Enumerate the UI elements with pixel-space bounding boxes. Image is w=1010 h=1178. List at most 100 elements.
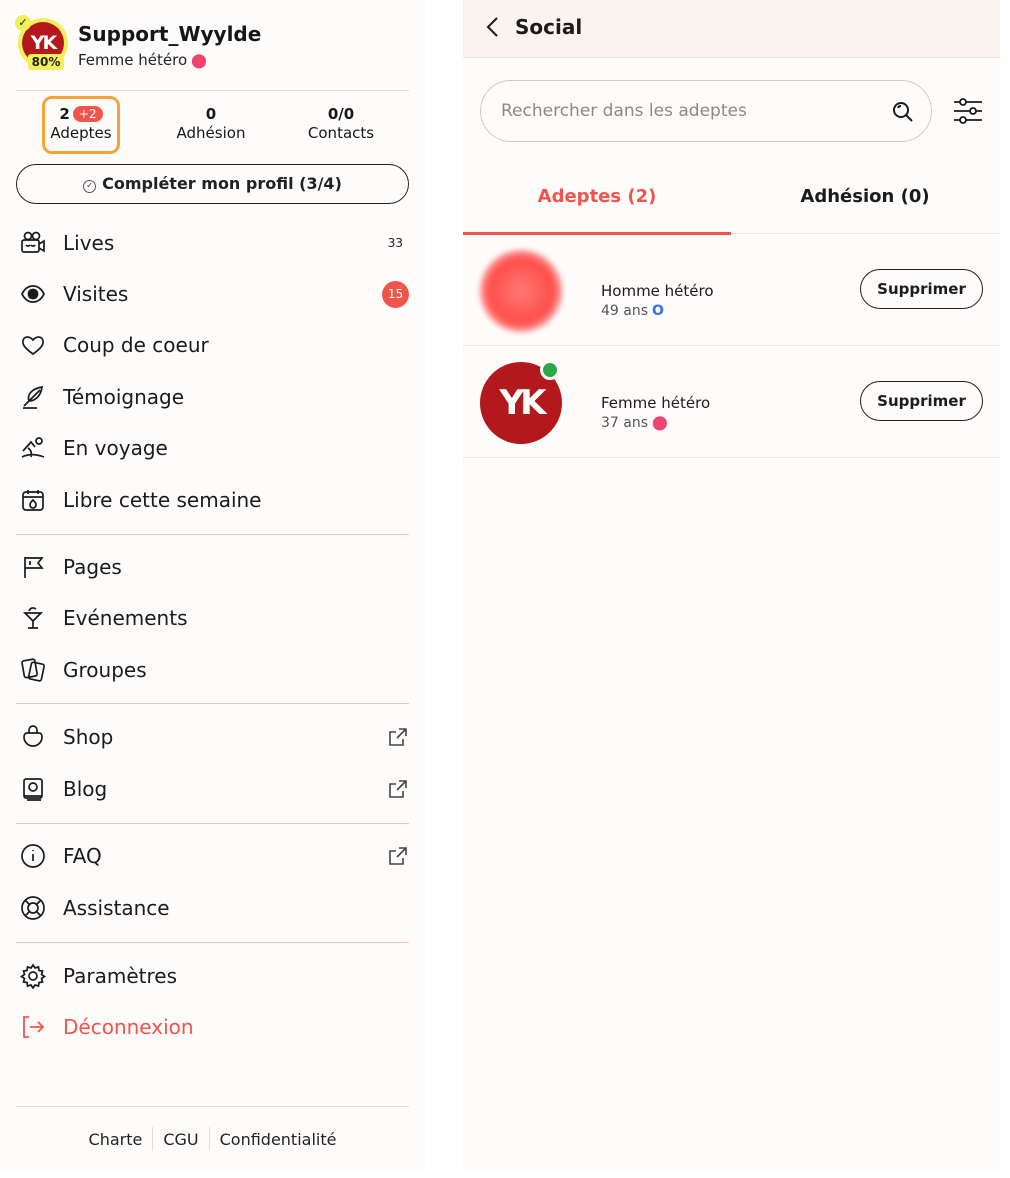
search-input[interactable] — [501, 97, 881, 125]
menu-item-shop[interactable]: Shop — [16, 717, 409, 757]
avatar[interactable] — [480, 250, 562, 332]
stat-adhesion[interactable]: 0 Adhésion — [166, 105, 256, 142]
calendar-icon — [18, 485, 48, 515]
complete-profile-label: Compléter mon profil (3/4) — [102, 174, 342, 193]
back-chevron-icon[interactable] — [483, 14, 503, 40]
female-pin-icon: ⬤ — [191, 53, 207, 69]
divider — [208, 1127, 210, 1151]
flag-icon — [18, 552, 48, 582]
divider — [16, 703, 409, 704]
footer-link-cgu[interactable]: CGU — [163, 1130, 198, 1149]
search-box[interactable] — [480, 80, 932, 142]
info-icon — [18, 841, 48, 871]
coup-de-coeur-label: Coup de coeur — [63, 333, 209, 357]
footer-link-confidentialite[interactable]: Confidentialité — [220, 1130, 337, 1149]
divider — [16, 534, 409, 535]
external-link-icon — [389, 728, 407, 746]
orientation-label: Femme hétéro — [78, 51, 188, 69]
cards-icon — [18, 655, 48, 685]
divider — [16, 1106, 409, 1107]
top-bar: Social — [463, 0, 1000, 58]
page-title: Social — [515, 15, 583, 39]
visites-count-badge: 15 — [382, 280, 409, 308]
member-orientation: Femme hétéro — [601, 394, 711, 412]
menu-item-assistance[interactable]: Assistance — [16, 888, 409, 928]
temoignage-label: Témoignage — [63, 385, 185, 409]
male-gender-icon: O — [652, 303, 664, 319]
menu-item-blog[interactable]: Blog — [16, 769, 409, 809]
delete-button[interactable]: Supprimer — [860, 381, 983, 421]
divider — [152, 1127, 154, 1151]
search-icon[interactable] — [891, 100, 915, 124]
tab-bar: Adeptes (2) Adhésion (0) — [463, 170, 1000, 235]
menu-item-temoignage[interactable]: Témoignage — [16, 377, 409, 417]
assistance-label: Assistance — [63, 896, 170, 920]
libre-label: Libre cette semaine — [63, 488, 262, 512]
lifebuoy-icon — [18, 893, 48, 923]
lives-label: Lives — [63, 231, 115, 255]
tab-adeptes[interactable]: Adeptes (2) — [463, 170, 731, 235]
female-pin-icon: ⬤ — [652, 415, 668, 431]
heart-icon — [18, 330, 48, 360]
faq-label: FAQ — [63, 844, 102, 868]
menu-item-en-voyage[interactable]: En voyage — [16, 428, 409, 468]
footer-links: Charte CGU Confidentialité — [16, 1124, 409, 1154]
member-age: 37 ans — [601, 415, 649, 431]
shopping-bag-icon — [18, 722, 48, 752]
gear-icon — [18, 961, 48, 991]
adhesion-label: Adhésion — [176, 124, 246, 142]
blog-label: Blog — [63, 777, 108, 801]
tab-adhesion[interactable]: Adhésion (0) — [731, 170, 999, 234]
menu-item-coup-de-coeur[interactable]: Coup de coeur — [16, 325, 409, 365]
check-circle-icon: ✓ — [83, 180, 97, 193]
en-voyage-label: En voyage — [63, 436, 168, 460]
filter-sliders-icon[interactable] — [951, 94, 985, 128]
menu-item-parametres[interactable]: Paramètres — [16, 956, 409, 996]
online-indicator — [540, 360, 560, 380]
divider — [16, 90, 409, 91]
profile-orientation: Femme hétéro ⬤ — [78, 51, 207, 69]
menu-item-lives[interactable]: Lives 33 — [16, 223, 409, 263]
divider — [16, 942, 409, 943]
stat-adeptes[interactable]: 2 +2 Adeptes — [42, 96, 120, 154]
contacts-count: 0/0 — [327, 105, 355, 123]
book-icon — [18, 774, 48, 804]
menu-item-faq[interactable]: FAQ — [16, 836, 409, 876]
list-item[interactable]: Homme hétéro 49 ans O Supprimer — [463, 234, 1000, 346]
list-item[interactable]: YK Femme hétéro 37 ans ⬤ Supprimer — [463, 346, 1000, 458]
cocktail-icon — [18, 603, 48, 633]
visites-label: Visites — [63, 282, 129, 306]
divider — [16, 823, 409, 824]
feather-icon — [18, 382, 48, 412]
menu-item-groupes[interactable]: Groupes — [16, 650, 409, 690]
footer-link-charte[interactable]: Charte — [89, 1130, 143, 1149]
evenements-label: Evénements — [63, 606, 188, 630]
external-link-icon — [389, 780, 407, 798]
menu-item-visites[interactable]: Visites 15 — [16, 274, 409, 314]
pages-label: Pages — [63, 555, 122, 579]
menu-item-evenements[interactable]: Evénements — [16, 598, 409, 638]
completion-badge: 80% — [28, 54, 64, 70]
username: Support_Wyylde — [78, 22, 262, 46]
lives-count: 33 — [387, 236, 403, 250]
adeptes-count: 2 — [59, 105, 70, 123]
adeptes-label: Adeptes — [50, 124, 112, 142]
sidebar-menu: YK ✓ 80% Support_Wyylde Femme hétéro ⬤ 2 +… — [0, 0, 425, 1170]
travel-icon — [18, 433, 48, 463]
menu-item-libre[interactable]: Libre cette semaine — [16, 480, 409, 520]
deconnexion-label: Déconnexion — [63, 1015, 194, 1039]
social-panel: Social Adeptes (2) Adhésion (0) Homme hé… — [463, 0, 1000, 1170]
stat-contacts[interactable]: 0/0 Contacts — [299, 105, 383, 142]
video-camera-icon — [18, 228, 48, 258]
logout-icon — [18, 1012, 48, 1042]
complete-profile-button[interactable]: ✓ Compléter mon profil (3/4) — [16, 164, 409, 204]
contacts-label: Contacts — [307, 124, 375, 142]
external-link-icon — [389, 847, 407, 865]
delete-button[interactable]: Supprimer — [860, 269, 983, 309]
menu-item-pages[interactable]: Pages — [16, 547, 409, 587]
member-orientation: Homme hétéro — [601, 282, 714, 300]
eye-icon — [18, 279, 48, 309]
adhesion-count: 0 — [205, 105, 217, 123]
stats-bar: 2 +2 Adeptes 0 Adhésion 0/0 Contacts — [16, 96, 409, 156]
menu-item-deconnexion[interactable]: Déconnexion — [16, 1007, 409, 1047]
